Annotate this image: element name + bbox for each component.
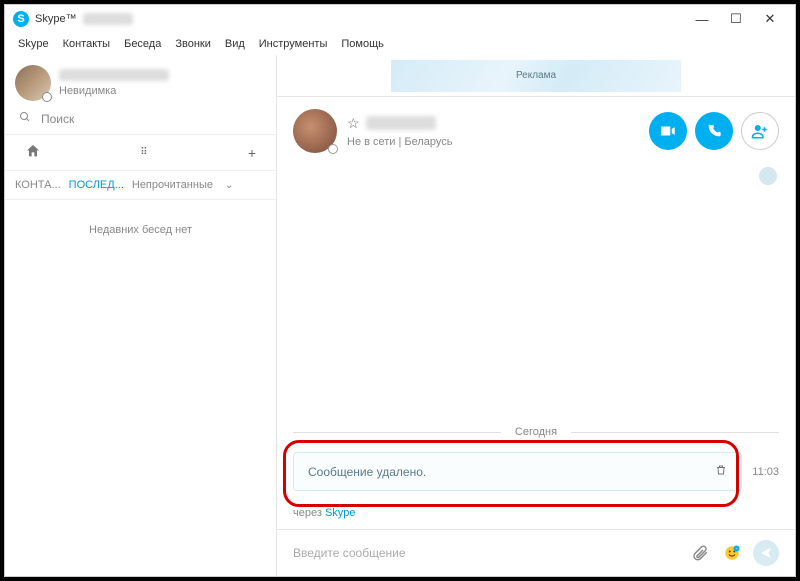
app-window: S Skype™ — ☐ ✕ Skype Контакты Беседа Зво… [4,4,796,577]
menu-conversation[interactable]: Беседа [117,36,168,52]
via-link[interactable]: Skype [325,507,356,519]
emoji-icon[interactable]: + [721,542,743,564]
deleted-message-row: Сообщение удалено. 11:03 [293,452,779,491]
search-row[interactable]: Поиск [5,107,276,135]
sidebar: Невидимка Поиск ⠿ + КОНТА... ПОСЛЕД... Н [5,55,277,576]
via-prefix: через [293,507,325,519]
nav-row: ⠿ + [5,135,276,171]
globe-icon[interactable] [759,167,777,185]
minimize-button[interactable]: — [685,9,719,29]
app-title: Skype™ [35,13,77,25]
plus-icon[interactable]: + [248,145,256,161]
star-icon[interactable]: ☆ [347,115,360,132]
close-button[interactable]: ✕ [753,9,787,29]
user-name-blur [59,69,169,81]
video-call-button[interactable] [649,112,687,150]
chat-body: Сегодня Сообщение удалено. 11:03 [277,190,795,501]
sidebar-tabs: КОНТА... ПОСЛЕД... Непрочитанные ⌄ [5,171,276,200]
main-panel: Реклама ☆ Не в сети | Беларусь [277,55,795,576]
menu-tools[interactable]: Инструменты [252,36,335,52]
tab-contacts[interactable]: КОНТА... [15,179,61,191]
audio-call-button[interactable] [695,112,733,150]
no-recent-text: Недавних бесед нет [5,200,276,260]
translator-row [277,165,795,190]
content: Невидимка Поиск ⠿ + КОНТА... ПОСЛЕД... Н [5,55,795,576]
presence-invisible-icon [42,92,52,102]
search-placeholder: Поиск [41,112,74,126]
svg-text:+: + [735,547,737,551]
add-contact-button[interactable] [741,112,779,150]
user-status: Невидимка [59,85,169,97]
date-label: Сегодня [501,426,571,438]
ad-bar: Реклама [277,55,795,97]
menu-skype[interactable]: Skype [11,36,56,52]
menu-view[interactable]: Вид [218,36,252,52]
dialpad-icon[interactable]: ⠿ [41,147,248,158]
presence-offline-icon [328,144,338,154]
skype-logo-icon: S [13,11,29,27]
compose-row: Введите сообщение + [277,530,795,576]
menu-contacts[interactable]: Контакты [56,36,118,52]
home-icon[interactable] [25,143,41,162]
date-divider: Сегодня [293,426,779,438]
conversation-header: ☆ Не в сети | Беларусь [277,97,795,165]
menu-help[interactable]: Помощь [334,36,391,52]
via-row: через Skype [277,501,795,530]
paperclip-icon[interactable] [689,542,711,564]
tab-recent[interactable]: ПОСЛЕД... [69,179,124,191]
ad-box[interactable]: Реклама [391,60,681,92]
menu-calls[interactable]: Звонки [168,36,218,52]
chevron-down-icon[interactable]: ⌄ [225,180,233,191]
contact-avatar[interactable] [293,109,337,153]
current-user-row[interactable]: Невидимка [5,55,276,107]
deleted-message-text: Сообщение удалено. [308,465,426,479]
contact-name-blur [366,116,436,130]
account-name-blur [83,13,133,25]
titlebar: S Skype™ — ☐ ✕ [5,5,795,33]
compose-input[interactable]: Введите сообщение [293,546,679,560]
user-avatar [15,65,51,101]
tab-unread[interactable]: Непрочитанные [132,179,213,191]
trash-icon [715,463,727,480]
search-icon [19,111,33,126]
message-time: 11:03 [752,466,779,478]
send-button[interactable] [753,540,779,566]
contact-status: Не в сети | Беларусь [347,136,453,148]
maximize-button[interactable]: ☐ [719,9,753,29]
deleted-message[interactable]: Сообщение удалено. [293,452,742,491]
menubar: Skype Контакты Беседа Звонки Вид Инструм… [5,33,795,55]
